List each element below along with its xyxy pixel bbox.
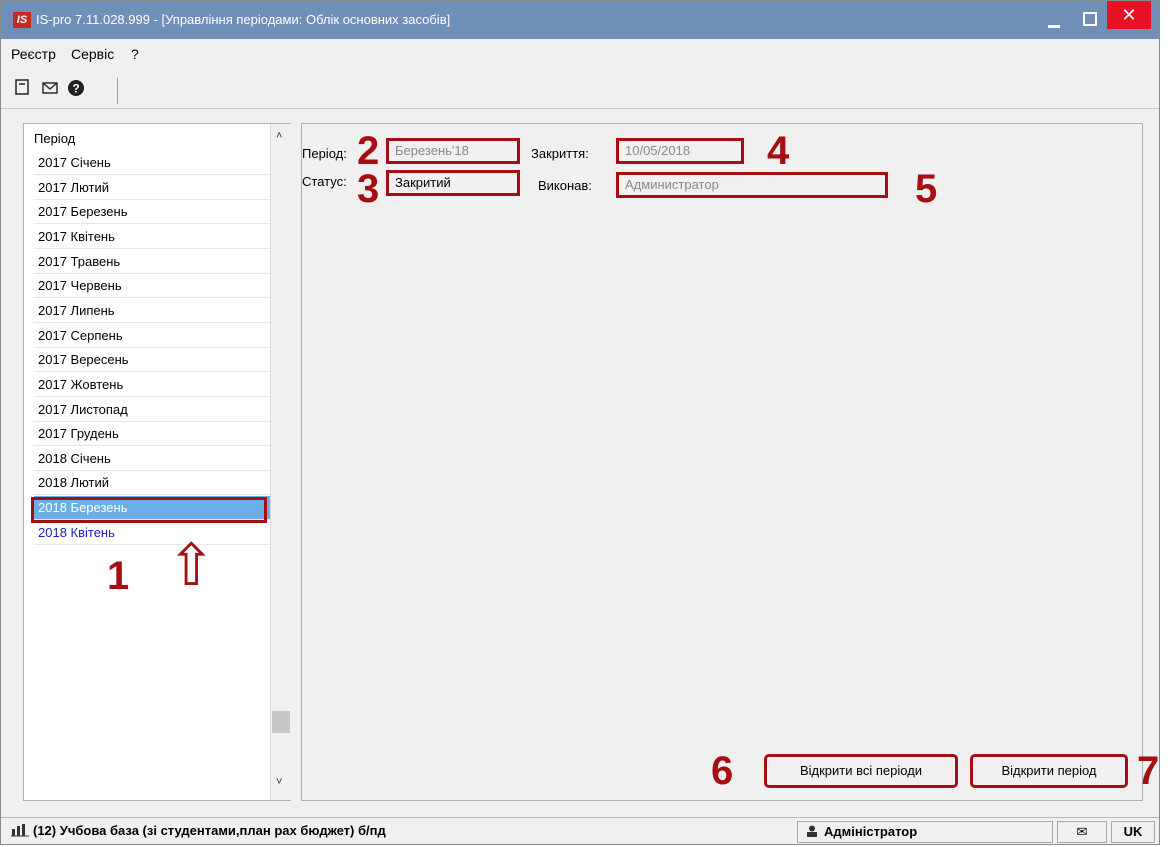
period-list-item[interactable]: 2017 Вересень bbox=[34, 348, 270, 373]
svg-text:?: ? bbox=[72, 82, 79, 96]
mail-icon[interactable] bbox=[39, 79, 61, 101]
menu-bar: Реєстр Сервіс ? bbox=[1, 41, 1159, 67]
scroll-thumb[interactable] bbox=[272, 711, 290, 733]
callout-5: 5 bbox=[915, 167, 938, 211]
period-list-item[interactable]: 2017 Серпень bbox=[34, 324, 270, 348]
callout-7: 7 bbox=[1137, 749, 1160, 793]
user-icon bbox=[807, 825, 817, 837]
callout-6: 6 bbox=[711, 749, 734, 793]
period-list-item[interactable]: 2018 Березень bbox=[34, 496, 270, 521]
menu-registry[interactable]: Реєстр bbox=[11, 46, 56, 62]
arrow-up-icon: ⇧ bbox=[167, 533, 216, 598]
period-list-item[interactable]: 2017 Березень bbox=[34, 200, 270, 225]
period-list-item[interactable]: 2018 Січень bbox=[34, 447, 270, 471]
closing-date-field[interactable]: 10/05/2018 bbox=[616, 138, 744, 164]
period-details-panel: Період: Березень'18 Закриття: 10/05/2018… bbox=[301, 123, 1143, 801]
period-list-item[interactable]: 2017 Травень bbox=[34, 250, 270, 274]
close-button[interactable]: ✕ bbox=[1107, 1, 1151, 29]
language-indicator[interactable]: UK bbox=[1111, 821, 1155, 843]
help-icon[interactable]: ? bbox=[65, 79, 87, 101]
scroll-down-icon[interactable]: ˅ bbox=[276, 776, 282, 788]
period-label: Період: bbox=[302, 146, 347, 161]
period-list-item[interactable]: 2017 Листопад bbox=[34, 398, 270, 422]
callout-3: 3 bbox=[357, 167, 380, 211]
period-list-item[interactable]: 2017 Квітень bbox=[34, 225, 270, 249]
database-icon bbox=[11, 824, 29, 837]
period-list-item[interactable]: 2018 Квітень bbox=[34, 521, 270, 545]
maximize-button[interactable] bbox=[1073, 1, 1107, 39]
status-field[interactable]: Закритий bbox=[386, 170, 520, 196]
database-name: (12) Учбова база (зі студентами,план рах… bbox=[33, 823, 386, 838]
toolbar: ? bbox=[1, 73, 1159, 109]
period-list-item[interactable]: 2017 Липень bbox=[34, 299, 270, 323]
toolbar-separator bbox=[117, 78, 118, 104]
period-list-item[interactable]: 2018 Лютий bbox=[34, 471, 270, 496]
period-list-item[interactable]: 2017 Січень bbox=[34, 151, 270, 175]
period-list-panel: Період 2017 Січень 2017 Лютий 2017 Березен… bbox=[23, 123, 291, 801]
app-logo-icon: IS bbox=[13, 12, 31, 28]
executed-by-label: Виконав: bbox=[538, 178, 592, 193]
period-list-item[interactable]: 2017 Грудень bbox=[34, 422, 270, 447]
period-field[interactable]: Березень'18 bbox=[386, 138, 520, 164]
period-list-item[interactable]: 2017 Червень bbox=[34, 274, 270, 299]
callout-1: 1 bbox=[107, 554, 130, 598]
user-status: Адміністратор bbox=[797, 821, 1053, 843]
scroll-up-icon[interactable]: ˄ bbox=[276, 130, 282, 142]
status-label: Статус: bbox=[302, 174, 347, 189]
menu-service[interactable]: Сервіс bbox=[71, 46, 114, 62]
callout-4: 4 bbox=[767, 129, 790, 173]
database-status: (12) Учбова база (зі студентами,план рах… bbox=[11, 821, 791, 843]
user-name: Адміністратор bbox=[824, 824, 918, 839]
toolbar-divider bbox=[1, 108, 1159, 109]
period-list-scrollbar[interactable]: ˄ ˅ bbox=[270, 124, 291, 800]
menu-help[interactable]: ? bbox=[131, 46, 139, 62]
period-list-item[interactable]: 2017 Лютий bbox=[34, 176, 270, 200]
mail-status-icon[interactable]: ✉ bbox=[1057, 821, 1107, 843]
minimize-button[interactable] bbox=[1037, 1, 1071, 39]
window-title: IS-pro 7.11.028.999 - [Управління період… bbox=[36, 12, 451, 27]
status-bar: (12) Учбова база (зі студентами,план рах… bbox=[1, 817, 1159, 844]
main-window: IS IS-pro 7.11.028.999 - [Управління пер… bbox=[0, 0, 1160, 845]
period-column-header[interactable]: Період bbox=[34, 129, 270, 149]
executed-by-field[interactable]: Администратор bbox=[616, 172, 888, 198]
callout-2: 2 bbox=[357, 129, 380, 173]
title-bar[interactable]: IS IS-pro 7.11.028.999 - [Управління пер… bbox=[1, 1, 1159, 39]
open-all-periods-button[interactable]: Відкрити всі періоди bbox=[764, 754, 958, 788]
new-document-icon[interactable] bbox=[11, 79, 33, 101]
open-period-button[interactable]: Відкрити період bbox=[970, 754, 1128, 788]
period-list-item[interactable]: 2017 Жовтень bbox=[34, 373, 270, 397]
closing-label: Закриття: bbox=[531, 146, 589, 161]
